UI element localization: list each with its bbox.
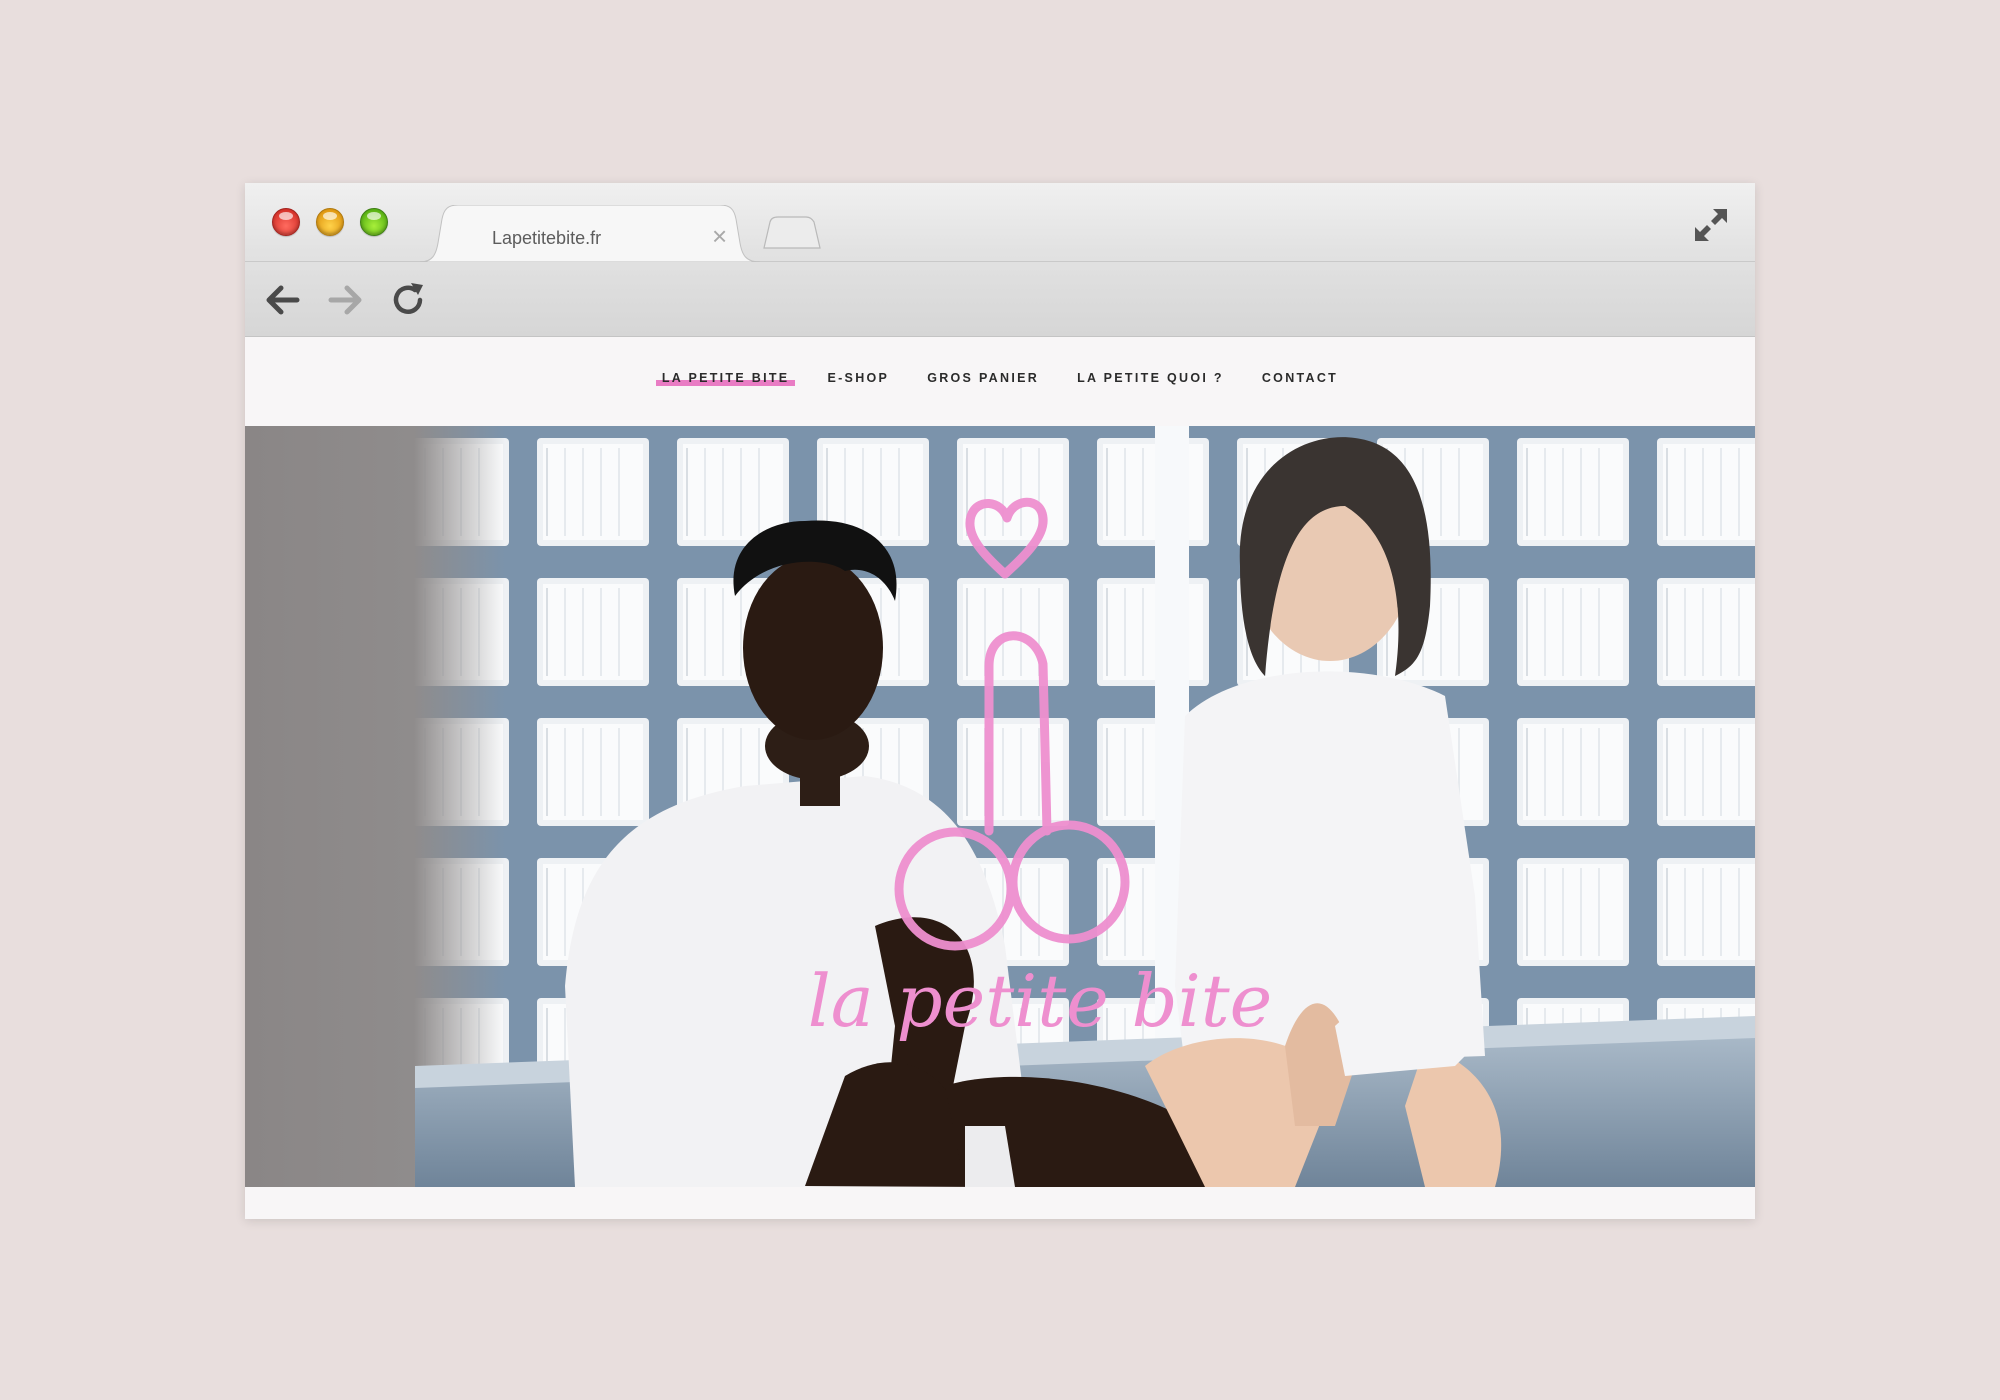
site-menu: LA PETITE BITE E-SHOP GROS PANIER LA PET… (245, 337, 1755, 426)
close-window-button[interactable] (272, 208, 300, 236)
hero-image: la petite bite (245, 426, 1755, 1187)
browser-toolbar (245, 262, 1755, 336)
back-button[interactable] (263, 280, 303, 320)
reload-icon (393, 283, 423, 314)
arrow-right-icon (328, 285, 362, 315)
forward-button[interactable] (325, 280, 365, 320)
logo-text: la petite bite (808, 959, 1273, 1043)
browser-window: Lapetitebite.fr × LA PETITE BITE E-SHOP … (245, 183, 1755, 1219)
hero-photo-illustration: la petite bite (245, 426, 1755, 1187)
nav-item-contact[interactable]: CONTACT (1260, 371, 1340, 385)
tab-strip: Lapetitebite.fr × (245, 183, 1755, 262)
tab-title: Lapetitebite.fr (492, 228, 602, 248)
tab-close-icon[interactable]: × (712, 223, 727, 249)
arrow-left-icon (266, 285, 300, 315)
zoom-window-button[interactable] (360, 208, 388, 236)
nav-item-e-shop[interactable]: E-SHOP (825, 371, 891, 385)
site-header: LA PETITE BITE E-SHOP GROS PANIER LA PET… (245, 337, 1755, 426)
minimize-window-button[interactable] (316, 208, 344, 236)
tab-active[interactable]: Lapetitebite.fr × (420, 205, 760, 262)
new-tab-button[interactable] (760, 216, 822, 250)
reload-button[interactable] (388, 280, 428, 320)
browser-chrome: Lapetitebite.fr × (245, 183, 1755, 337)
fullscreen-icon[interactable] (1693, 207, 1729, 243)
nav-item-gros-panier[interactable]: GROS PANIER (925, 371, 1041, 385)
nav-item-la-petite-bite[interactable]: LA PETITE BITE (655, 371, 796, 386)
page-bottom-strip (245, 1187, 1755, 1219)
nav-item-la-petite-quoi[interactable]: LA PETITE QUOI ? (1075, 371, 1226, 385)
